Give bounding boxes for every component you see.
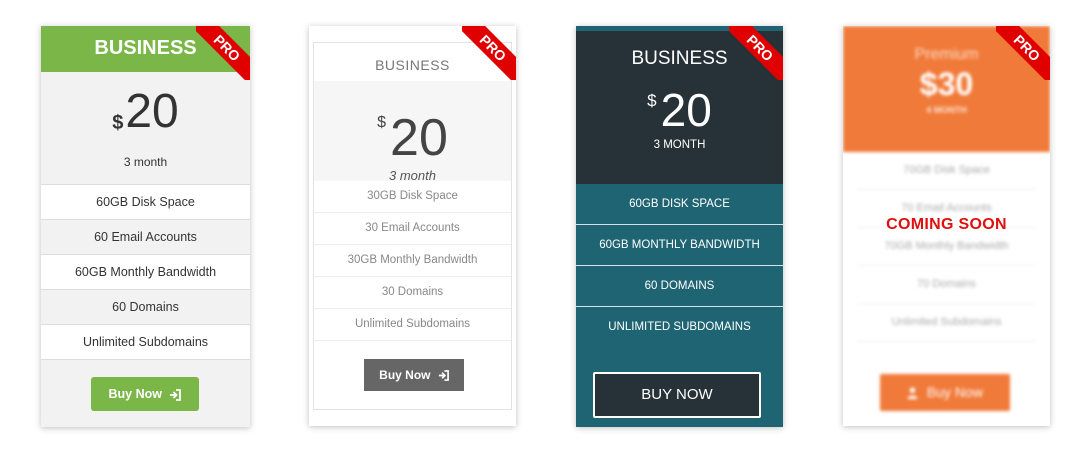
buy-now-label: Buy Now <box>379 368 431 382</box>
plan-price: $20 <box>314 81 511 166</box>
plan-period: 4 MONTH <box>926 105 967 115</box>
feature-item: 60GB MONTHLY BANDWIDTH <box>576 225 783 266</box>
feature-item: 60GB DISK SPACE <box>576 184 783 225</box>
feature-item: Unlimited Subdomains <box>41 325 250 360</box>
pro-ribbon: PRO <box>462 26 516 80</box>
plan-price: $20 <box>41 72 250 149</box>
feature-list: 60GB DISK SPACE 60GB MONTHLY BANDWIDTH 6… <box>576 184 783 347</box>
buy-now-button[interactable]: Buy Now <box>880 374 1010 411</box>
feature-item: 30GB Disk Space <box>314 181 511 213</box>
buy-now-button[interactable]: Buy Now <box>364 359 464 391</box>
feature-list: 70GB Disk Space 70 Email Accounts 70GB M… <box>843 152 1050 342</box>
sign-in-icon <box>438 370 449 382</box>
price-amount: 20 <box>390 109 448 167</box>
price-box: $20 3 month <box>314 81 511 183</box>
pro-ribbon: PRO <box>996 26 1050 80</box>
feature-list: 30GB Disk Space 30 Email Accounts 30GB M… <box>314 181 511 341</box>
buy-now-label: Buy Now <box>926 384 983 400</box>
pricing-card-premium-orange: PRO Premium $30 4 MONTH 70GB Disk Space … <box>843 26 1050 426</box>
pricing-card-business-green: PRO BUSINESS $20 3 month 60GB Disk Space… <box>41 26 250 427</box>
price-box: $20 3 month <box>41 72 250 184</box>
feature-item: 60 Domains <box>41 290 250 325</box>
currency-symbol: $ <box>112 112 124 134</box>
pricing-card-business-gray: PRO BUSINESS $20 3 month 30GB Disk Space… <box>309 26 516 426</box>
feature-item: UNLIMITED SUBDOMAINS <box>608 321 751 333</box>
card-inner: BUSINESS $20 3 month 30GB Disk Space 30 … <box>313 42 512 410</box>
buy-now-button[interactable]: Buy Now <box>91 377 199 411</box>
feature-item: 60GB Monthly Bandwidth <box>41 255 250 290</box>
pricing-card-business-teal: PRO BUSINESS $20 3 MONTH 60GB DISK SPACE… <box>576 26 783 427</box>
buy-now-label: Buy Now <box>108 387 162 401</box>
plan-period: 3 month <box>123 155 168 169</box>
buy-now-button[interactable]: BUY NOW <box>593 372 761 418</box>
feature-item: 30GB Monthly Bandwidth <box>314 245 511 277</box>
plan-price: $20 <box>576 76 783 135</box>
currency-symbol: $ <box>647 91 657 110</box>
feature-item: Unlimited Subdomains <box>857 304 1036 342</box>
feature-item: 60GB Disk Space <box>41 185 250 220</box>
feature-item: 30 Email Accounts <box>314 213 511 245</box>
feature-item: 70 Domains <box>857 266 1036 304</box>
feature-list: 60GB Disk Space 60 Email Accounts 60GB M… <box>41 184 250 360</box>
coming-soon-label: COMING SOON <box>886 216 1007 233</box>
user-icon <box>907 387 918 400</box>
feature-item: 60 DOMAINS <box>576 266 783 307</box>
plan-period: 3 MONTH <box>653 139 706 151</box>
currency-symbol: $ <box>377 114 387 131</box>
price-amount: 20 <box>660 84 712 136</box>
feature-item: 60 Email Accounts <box>41 220 250 255</box>
feature-item: 70GB Disk Space <box>857 152 1036 190</box>
pro-ribbon: PRO <box>196 26 250 80</box>
sign-in-icon <box>170 388 182 401</box>
price-amount: 20 <box>125 85 179 138</box>
feature-item: 30 Domains <box>314 277 511 309</box>
feature-item: Unlimited Subdomains <box>314 309 511 341</box>
pro-ribbon: PRO <box>729 26 783 80</box>
